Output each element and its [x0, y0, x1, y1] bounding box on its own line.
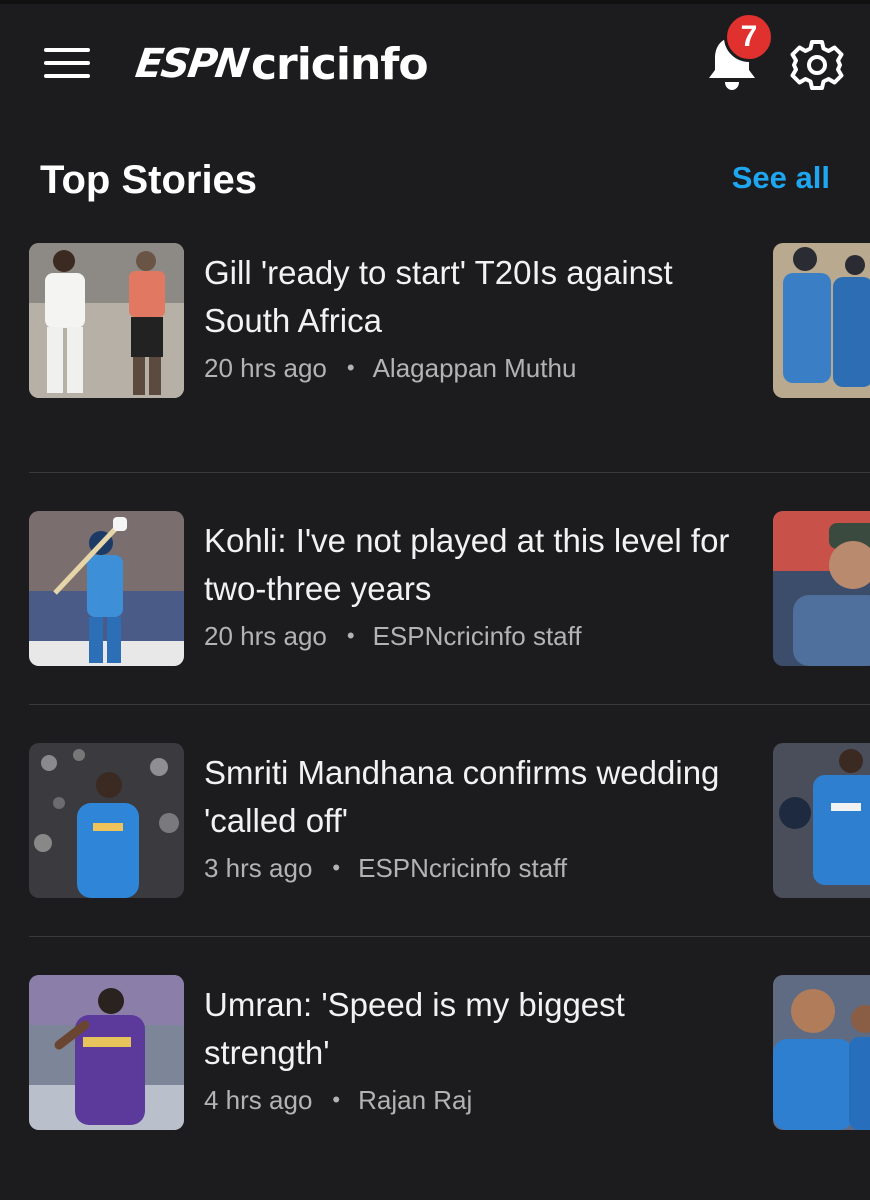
story-headline[interactable]: Gill 'ready to start' T20Is against Sout… — [204, 249, 749, 345]
meta-separator: • — [332, 855, 341, 880]
story-time: 4 hrs ago — [204, 1085, 313, 1115]
espncricinfo-logo[interactable]: ESPN cricinfo — [132, 36, 429, 92]
story-thumbnail — [29, 243, 184, 398]
story-headline[interactable]: Umran: 'Speed is my biggest strength' — [204, 981, 749, 1077]
story-time: 20 hrs ago — [204, 621, 327, 651]
hamburger-menu-icon[interactable] — [44, 48, 90, 80]
story-headline[interactable]: Smriti Mandhana confirms wedding 'called… — [204, 749, 749, 845]
story-meta: 20 hrs ago • ESPNcricinfo staff — [204, 621, 582, 652]
story-divider — [29, 936, 870, 937]
story-author: ESPNcricinfo staff — [358, 853, 568, 883]
carousel-next-thumbnail[interactable] — [773, 243, 870, 398]
story-author: Rajan Raj — [358, 1085, 473, 1115]
app-header: ESPN cricinfo 7 — [0, 0, 870, 130]
logo-cricinfo-text: cricinfo — [250, 38, 429, 90]
meta-separator: • — [346, 355, 355, 380]
see-all-link[interactable]: See all — [732, 160, 830, 196]
menu-line — [44, 61, 90, 65]
carousel-next-thumbnail[interactable] — [773, 975, 870, 1130]
story-meta: 20 hrs ago • Alagappan Muthu — [204, 353, 576, 384]
logo-espn-text: ESPN — [132, 41, 251, 87]
carousel-next-thumbnail[interactable] — [773, 743, 870, 898]
menu-line — [44, 74, 90, 78]
story-item[interactable]: Gill 'ready to start' T20Is against Sout… — [0, 243, 870, 475]
story-item[interactable]: Kohli: I've not played at this level for… — [0, 511, 870, 743]
settings-button[interactable] — [790, 38, 844, 92]
story-thumbnail — [29, 511, 184, 666]
story-author: ESPNcricinfo staff — [372, 621, 582, 651]
story-divider — [29, 704, 870, 705]
story-time: 20 hrs ago — [204, 353, 327, 383]
notification-count-badge[interactable]: 7 — [724, 12, 774, 62]
story-divider — [29, 472, 870, 473]
meta-separator: • — [346, 623, 355, 648]
story-meta: 3 hrs ago • ESPNcricinfo staff — [204, 853, 567, 884]
meta-separator: • — [332, 1087, 341, 1112]
carousel-next-thumbnail[interactable] — [773, 511, 870, 666]
menu-line — [44, 48, 90, 52]
gear-icon — [790, 40, 844, 90]
story-thumbnail — [29, 975, 184, 1130]
story-author: Alagappan Muthu — [372, 353, 577, 383]
story-time: 3 hrs ago — [204, 853, 313, 883]
section-title-top-stories: Top Stories — [40, 158, 258, 202]
story-headline[interactable]: Kohli: I've not played at this level for… — [204, 517, 749, 613]
story-thumbnail — [29, 743, 184, 898]
story-item[interactable]: Smriti Mandhana confirms wedding 'called… — [0, 743, 870, 975]
story-meta: 4 hrs ago • Rajan Raj — [204, 1085, 472, 1116]
app-screen: ESPN cricinfo 7 Top Stories See all Gill… — [0, 0, 870, 1200]
story-item[interactable]: Umran: 'Speed is my biggest strength' 4 … — [0, 975, 870, 1200]
